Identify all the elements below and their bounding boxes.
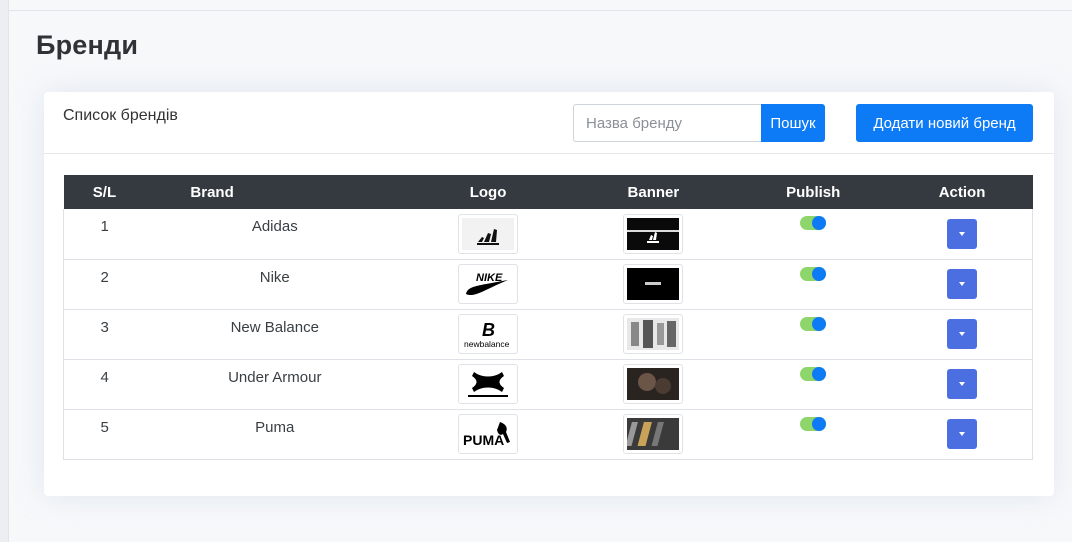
row-banner: [571, 359, 735, 410]
table-row: 3 New Balance B newbalance: [63, 309, 1033, 360]
publish-toggle[interactable]: [800, 416, 827, 431]
caret-down-icon: [958, 282, 965, 286]
row-logo: [404, 209, 572, 260]
row-action-dropdown-button[interactable]: [946, 369, 977, 399]
puma-banner-icon: [623, 414, 684, 454]
adidas-logo-icon: [458, 213, 519, 254]
svg-text:PUMA: PUMA: [463, 432, 504, 448]
row-action: [891, 259, 1033, 310]
caret-down-icon: [958, 382, 965, 386]
table-row: 4 Under Armour: [63, 359, 1033, 410]
row-banner: [571, 409, 735, 460]
svg-text:newbalance: newbalance: [464, 339, 510, 349]
table-row: 2 Nike NIKE: [63, 259, 1033, 310]
row-action: [891, 359, 1033, 410]
row-action-dropdown-button[interactable]: [946, 269, 977, 299]
header-banner: Banner: [571, 175, 735, 209]
search-button[interactable]: Пошук: [761, 104, 825, 142]
new-balance-logo-icon: B newbalance: [458, 314, 519, 354]
row-brand: New Balance: [145, 309, 405, 360]
row-logo: [404, 359, 572, 410]
adidas-banner-icon: [623, 213, 684, 254]
card-title: Список брендів: [63, 107, 178, 124]
nike-logo-icon: NIKE: [458, 264, 519, 304]
puma-logo-icon: PUMA: [458, 414, 519, 454]
row-action-dropdown-button[interactable]: [946, 319, 977, 349]
row-publish: [734, 309, 892, 360]
row-banner: [571, 209, 735, 260]
under-armour-banner-icon: [623, 364, 684, 404]
header-brand: Brand: [145, 175, 405, 209]
row-action-dropdown-button[interactable]: [946, 419, 977, 449]
row-action: [891, 209, 1033, 260]
row-publish: [734, 359, 892, 410]
publish-toggle[interactable]: [800, 366, 827, 381]
search-group: Пошук: [573, 104, 825, 142]
brands-card: Список брендів Пошук Додати новий бренд …: [44, 92, 1054, 496]
svg-text:B: B: [482, 320, 495, 340]
top-divider: [9, 10, 1072, 11]
row-logo: NIKE: [404, 259, 572, 310]
publish-toggle[interactable]: [800, 316, 827, 331]
publish-toggle[interactable]: [800, 216, 827, 231]
row-sl: 4: [63, 359, 146, 410]
header-sl: S/L: [63, 175, 146, 209]
add-brand-button[interactable]: Додати новий бренд: [856, 104, 1033, 142]
new-balance-banner-icon: [623, 314, 684, 354]
row-publish: [734, 409, 892, 460]
header-publish: Publish: [734, 175, 892, 209]
header-action: Action: [891, 175, 1033, 209]
row-sl: 1: [63, 209, 146, 260]
table-row: 5 Puma PUMA: [63, 409, 1033, 460]
header-logo: Logo: [404, 175, 572, 209]
brands-table: S/L Brand Logo Banner Publish Action 1 A…: [63, 175, 1033, 460]
row-action: [891, 309, 1033, 360]
row-brand: Nike: [145, 259, 405, 310]
table-header-row: S/L Brand Logo Banner Publish Action: [63, 175, 1033, 209]
row-sl: 3: [63, 309, 146, 360]
caret-down-icon: [958, 332, 965, 336]
caret-down-icon: [958, 231, 965, 236]
row-banner: [571, 259, 735, 310]
row-logo: B newbalance: [404, 309, 572, 360]
row-banner: [571, 309, 735, 360]
row-brand: Adidas: [145, 209, 405, 260]
under-armour-logo-icon: [458, 364, 519, 404]
nike-banner-icon: [623, 264, 684, 304]
caret-down-icon: [958, 432, 965, 436]
row-brand: Puma: [145, 409, 405, 460]
row-brand: Under Armour: [145, 359, 405, 410]
brand-search-input[interactable]: [573, 104, 761, 142]
publish-toggle[interactable]: [800, 266, 827, 281]
row-logo: PUMA: [404, 409, 572, 460]
row-publish: [734, 259, 892, 310]
sidebar-edge: [0, 0, 9, 542]
row-sl: 2: [63, 259, 146, 310]
row-action-dropdown-button[interactable]: [946, 218, 977, 249]
row-publish: [734, 209, 892, 260]
row-action: [891, 409, 1033, 460]
table-row: 1 Adidas: [63, 209, 1033, 260]
card-header: Список брендів Пошук Додати новий бренд: [44, 92, 1054, 154]
row-sl: 5: [63, 409, 146, 460]
brands-table-wrap: S/L Brand Logo Banner Publish Action 1 A…: [63, 175, 1033, 460]
page-title: Бренди: [36, 30, 139, 60]
